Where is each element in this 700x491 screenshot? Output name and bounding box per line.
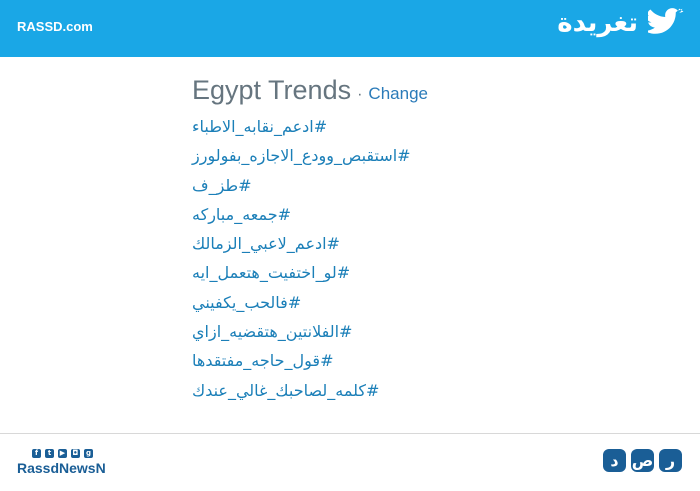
footer-divider [0, 433, 700, 434]
trends-card: Egypt Trends · Change #ادعم_نقابه_الاطبا… [192, 75, 612, 405]
brand[interactable]: تغريدة [557, 8, 684, 38]
youtube-icon[interactable]: ▶ [58, 449, 67, 458]
trend-item[interactable]: #ادعم_نقابه_الاطباء [192, 112, 612, 141]
trend-item[interactable]: #طز_ف [192, 171, 612, 200]
trend-item[interactable]: #لو_اختفيت_هتعمل_ايه [192, 258, 612, 287]
trend-item[interactable]: #قول_حاجه_مفتقدها [192, 346, 612, 375]
logo-letter: ر [659, 449, 682, 472]
trends-title: Egypt Trends [192, 75, 352, 105]
brand-title: تغريدة [557, 8, 638, 38]
trend-item[interactable]: #فالحب_يكفيني [192, 288, 612, 317]
social-handle[interactable]: RassdNewsN [17, 460, 106, 476]
trend-item[interactable]: #الفلانتين_هتقضيه_ازاي [192, 317, 612, 346]
facebook-icon[interactable]: f [32, 449, 41, 458]
trend-item[interactable]: #استقبص_وودع_الاجازه_بفولورز [192, 141, 612, 170]
instagram-icon[interactable]: ◘ [71, 449, 80, 458]
trend-item[interactable]: #ادعم_لاعبي_الزمالك [192, 229, 612, 258]
rassd-logo: د ص ر [603, 449, 682, 472]
site-link[interactable]: RASSD.com [17, 19, 93, 34]
top-bar: RASSD.com تغريدة [0, 0, 700, 57]
social-icons: f t ▶ ◘ g [32, 449, 93, 458]
trend-list: #ادعم_نقابه_الاطباء #استقبص_وودع_الاجازه… [192, 112, 612, 405]
separator-dot: · [357, 86, 363, 103]
logo-letter: د [603, 449, 626, 472]
trends-header: Egypt Trends · Change [192, 75, 612, 106]
change-link[interactable]: Change [368, 84, 428, 104]
googleplus-icon[interactable]: g [84, 449, 93, 458]
twitter-icon[interactable]: t [45, 449, 54, 458]
twitter-bird-icon [648, 8, 684, 38]
trend-item[interactable]: #كلمه_لصاحبك_غالي_عندك [192, 376, 612, 405]
trend-item[interactable]: #جمعه_مباركه [192, 200, 612, 229]
logo-letter: ص [631, 449, 654, 472]
